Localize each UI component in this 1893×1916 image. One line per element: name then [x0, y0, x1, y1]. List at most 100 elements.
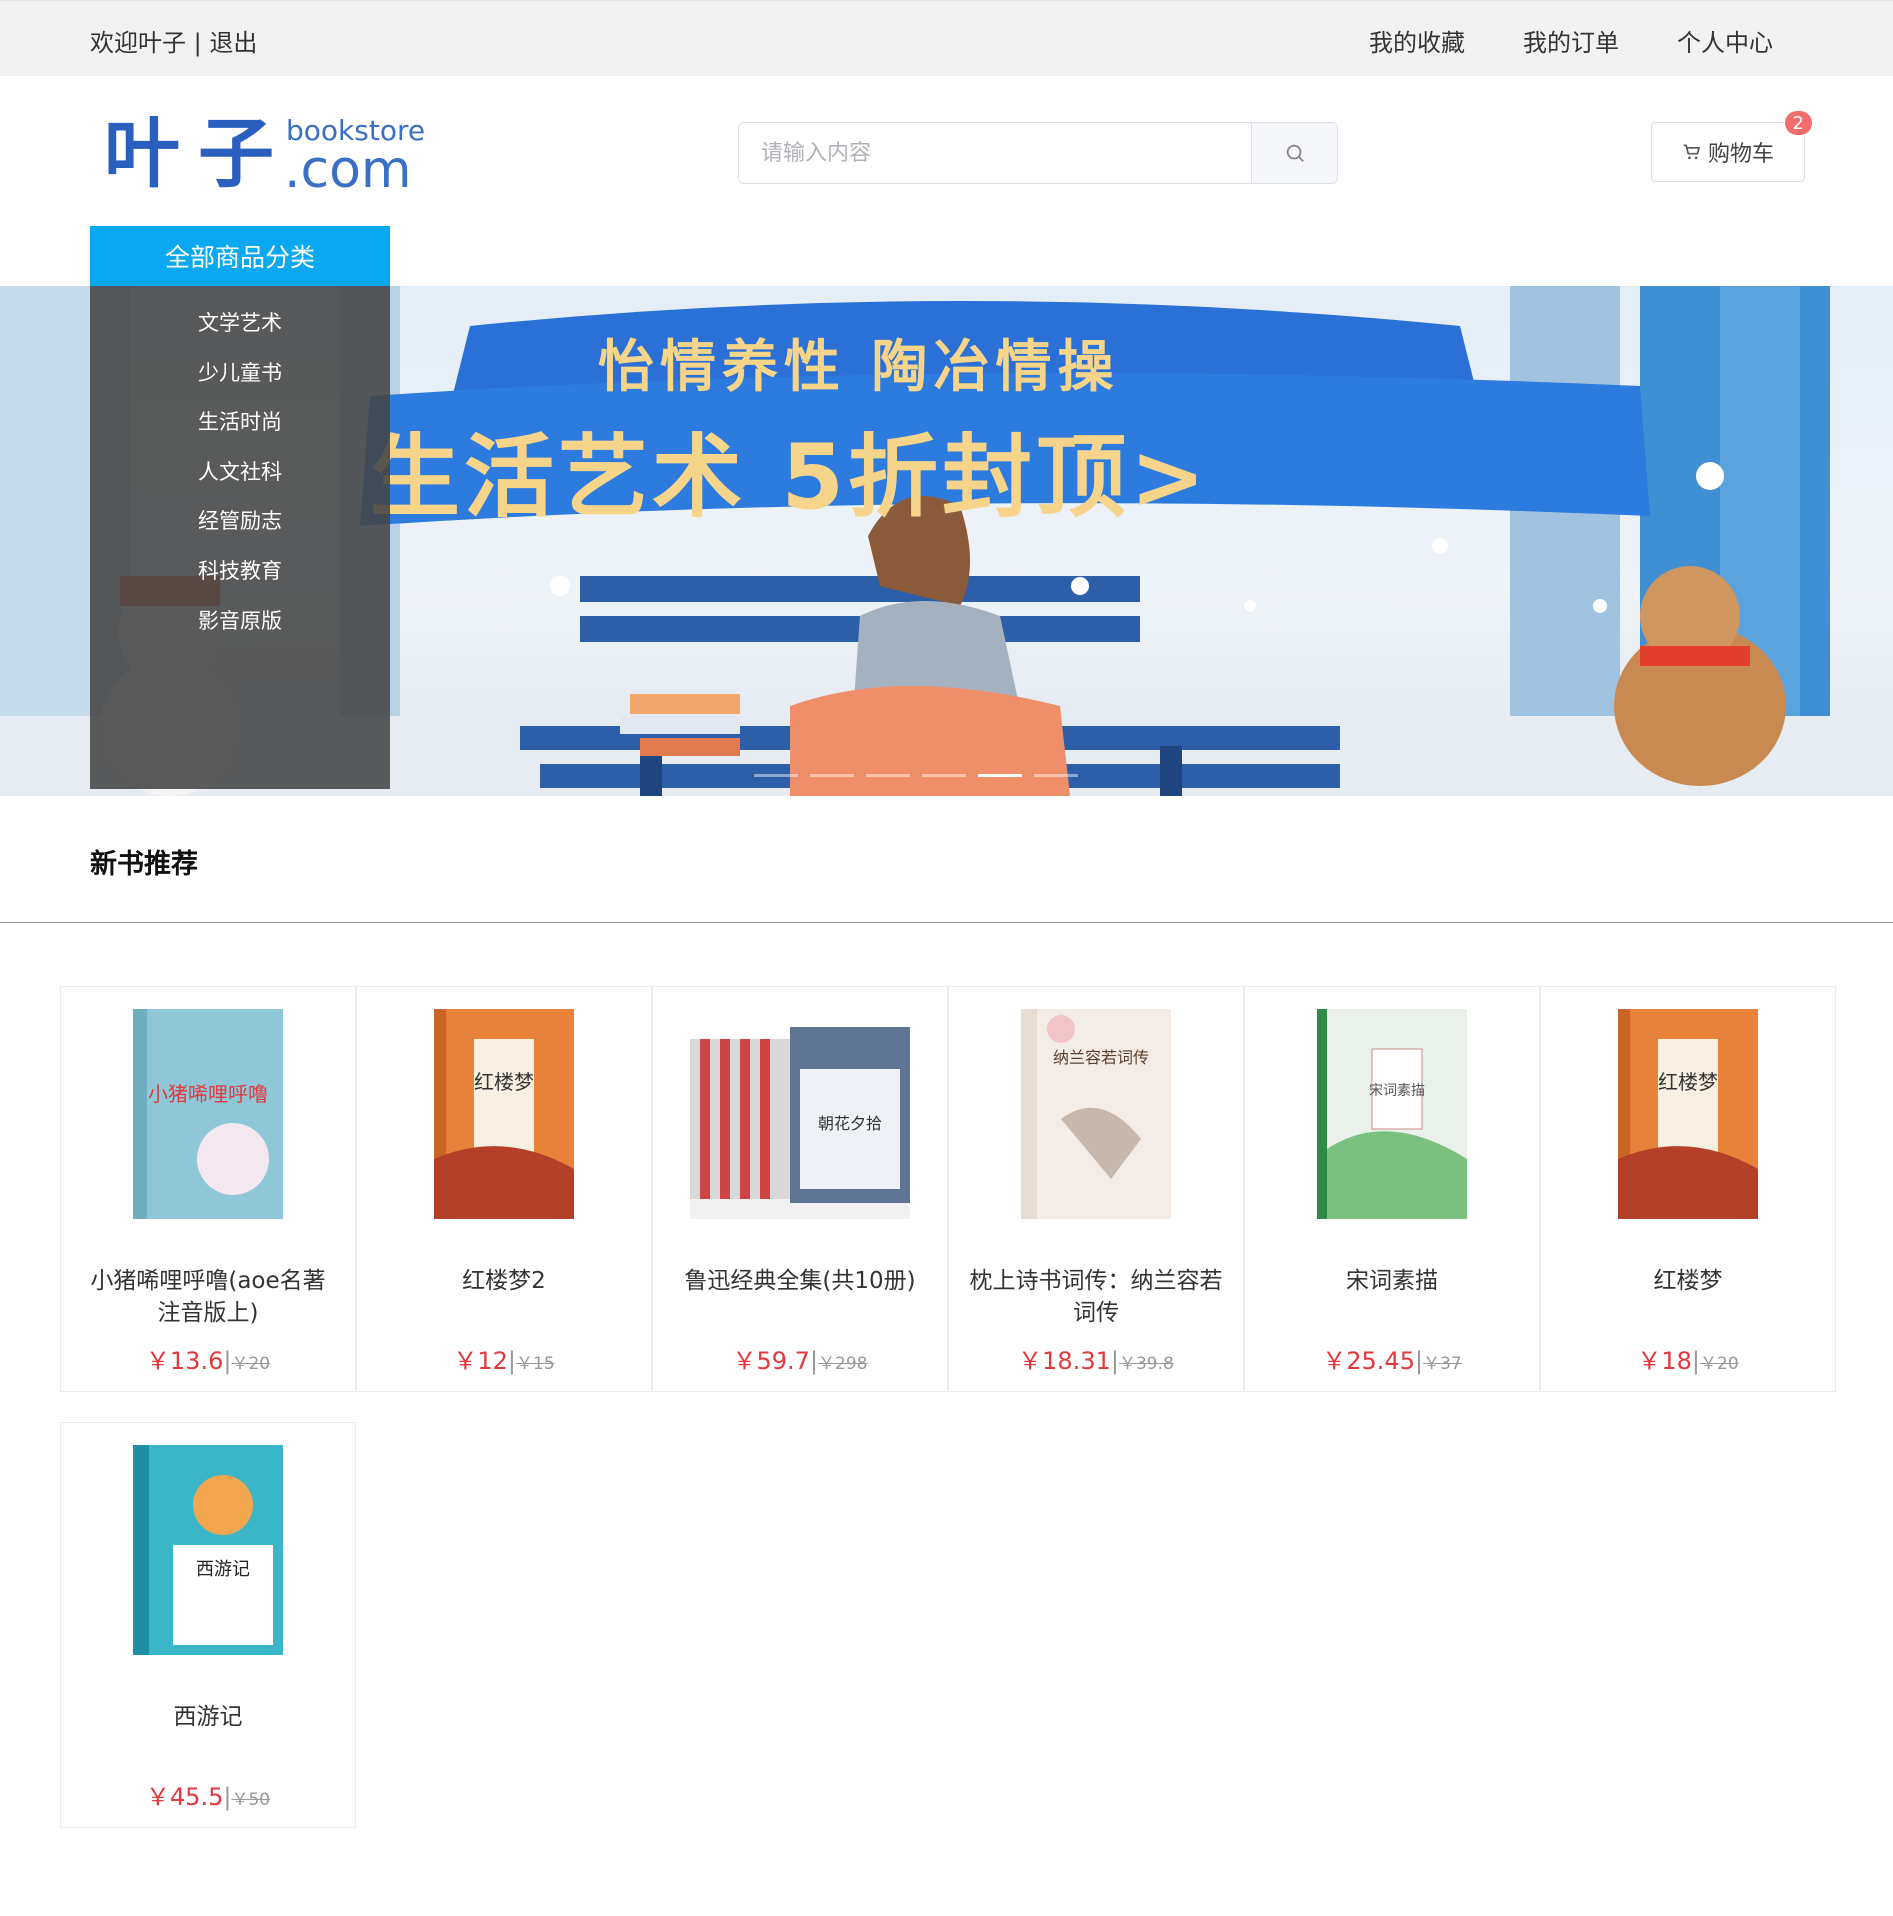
nav-favorites-link[interactable]: 我的收藏 — [1369, 23, 1465, 58]
section-title: 新书推荐 — [90, 849, 198, 880]
category-item-lifestyle[interactable]: 生活时尚 — [90, 397, 390, 447]
category-item-literature[interactable]: 文学艺术 — [90, 298, 390, 348]
book-cover-image: 红楼梦 — [434, 1009, 574, 1219]
product-price: 25.45 — [1346, 1347, 1415, 1375]
product-price-row: ￥13.6|￥20 — [61, 1341, 355, 1376]
welcome-text: 欢迎叶子 — [90, 29, 186, 57]
cover-text: 红楼梦 — [474, 1070, 534, 1094]
product-name[interactable]: 小猪唏哩呼噜(aoe名著注音版上) — [79, 1265, 337, 1329]
price-separator: | — [809, 1347, 819, 1375]
original-currency: ￥ — [231, 1790, 249, 1810]
carousel-dot[interactable] — [1034, 774, 1078, 777]
price-separator: | — [1691, 1347, 1700, 1375]
product-name[interactable]: 鲁迅经典全集(共10册) — [671, 1265, 929, 1297]
cover-text: 红楼梦 — [1658, 1070, 1718, 1094]
product-price: 13.6 — [169, 1347, 224, 1375]
nav-profile-link[interactable]: 个人中心 — [1677, 23, 1773, 58]
cart-button[interactable]: 购物车 2 — [1651, 109, 1814, 182]
cart-label: 购物车 — [1707, 142, 1774, 167]
product-name[interactable]: 红楼梦2 — [375, 1265, 633, 1297]
book-cover-image: 宋词素描 — [1317, 1009, 1467, 1219]
product-card[interactable]: 红楼梦 红楼梦 ￥18|￥20 — [1540, 986, 1836, 1392]
category-item-science[interactable]: 科技教育 — [90, 546, 390, 596]
product-card[interactable]: 纳兰容若词传 枕上诗书词传：纳兰容若词传 ￥18.31|￥39.8 — [948, 986, 1244, 1392]
cover-text: 宋词素描 — [1369, 1083, 1425, 1099]
original-currency: ￥ — [231, 1354, 249, 1374]
original-currency: ￥ — [1118, 1354, 1136, 1374]
currency-symbol: ￥ — [732, 1347, 757, 1375]
product-price-row: ￥18.31|￥39.8 — [949, 1341, 1243, 1376]
carousel-dot[interactable] — [922, 774, 966, 777]
carousel-indicators — [754, 774, 1078, 777]
category-item-humanities[interactable]: 人文社科 — [90, 447, 390, 497]
search-button[interactable] — [1251, 123, 1337, 183]
product-name[interactable]: 枕上诗书词传：纳兰容若词传 — [967, 1265, 1225, 1329]
cart-count-badge: 2 — [1782, 109, 1814, 137]
carousel-dot[interactable] — [866, 774, 910, 777]
section-divider — [0, 922, 1893, 923]
product-price-row: ￥18|￥20 — [1541, 1341, 1835, 1376]
carousel-dot[interactable] — [754, 774, 798, 777]
banner-headline-top: 怡情养性 陶冶情操 — [598, 335, 1120, 400]
product-original-price: 15 — [533, 1354, 555, 1374]
carousel-dot-active[interactable] — [978, 774, 1022, 777]
original-currency: ￥ — [1423, 1354, 1441, 1374]
product-price-row: ￥12|￥15 — [357, 1341, 651, 1376]
product-name[interactable]: 红楼梦 — [1559, 1265, 1817, 1297]
product-price-row: ￥45.5|￥50 — [61, 1777, 355, 1812]
nav-orders-link[interactable]: 我的订单 — [1523, 23, 1619, 58]
search-icon — [1286, 144, 1304, 162]
currency-symbol: ￥ — [145, 1347, 170, 1375]
product-price: 45.5 — [169, 1783, 224, 1811]
price-separator: | — [1414, 1347, 1424, 1375]
top-bar: 欢迎叶子 | 退出 我的收藏 我的订单 个人中心 — [0, 0, 1893, 76]
cart-icon — [1683, 144, 1700, 160]
currency-symbol: ￥ — [453, 1347, 478, 1375]
product-card[interactable]: 西游记 西游记 ￥45.5|￥50 — [60, 1422, 356, 1828]
original-currency: ￥ — [818, 1354, 836, 1374]
product-card[interactable]: 宋词素描 宋词素描 ￥25.45|￥37 — [1244, 986, 1540, 1392]
category-item-media[interactable]: 影音原版 — [90, 596, 390, 646]
carousel-dot[interactable] — [810, 774, 854, 777]
book-cover-image: 红楼梦 — [1618, 1009, 1758, 1219]
product-original-price: 37 — [1440, 1354, 1462, 1374]
logout-link[interactable]: 退出 — [209, 29, 257, 57]
category-item-business[interactable]: 经管励志 — [90, 496, 390, 546]
category-panel: 文学艺术 少儿童书 生活时尚 人文社科 经管励志 科技教育 影音原版 — [90, 286, 390, 789]
book-cover-image: 朝花夕拾 — [690, 1027, 910, 1219]
original-currency: ￥ — [516, 1354, 533, 1374]
search-input[interactable] — [739, 123, 1251, 183]
product-original-price: 39.8 — [1135, 1354, 1174, 1374]
product-original-price: 20 — [1717, 1354, 1739, 1374]
book-cover-image: 西游记 — [133, 1445, 283, 1655]
product-price-row: ￥59.7|￥298 — [653, 1341, 947, 1376]
banner-headline-main: 生活艺术 5折封顶> — [370, 425, 1210, 530]
product-price: 12 — [477, 1347, 508, 1375]
price-separator: | — [507, 1347, 516, 1375]
product-name[interactable]: 宋词素描 — [1263, 1265, 1521, 1297]
product-original-price: 298 — [835, 1354, 868, 1374]
currency-symbol: ￥ — [1637, 1347, 1662, 1375]
site-logo[interactable]: 叶子 bookstore .com — [104, 109, 425, 201]
product-card[interactable]: 朝花夕拾 鲁迅经典全集(共10册) ￥59.7|￥298 — [652, 986, 948, 1392]
product-card[interactable]: 红楼梦 红楼梦2 ￥12|￥15 — [356, 986, 652, 1392]
cover-text: 小猪唏哩呼噜 — [148, 1082, 268, 1106]
product-original-price: 20 — [248, 1354, 271, 1374]
logo-cn-text: 叶子 — [104, 109, 292, 198]
all-categories-header[interactable]: 全部商品分类 — [90, 226, 390, 286]
book-cover-image: 纳兰容若词传 — [1021, 1009, 1171, 1219]
price-separator: | — [1110, 1347, 1119, 1375]
cover-text: 纳兰容若词传 — [1053, 1048, 1149, 1067]
product-price-row: ￥25.45|￥37 — [1245, 1341, 1539, 1376]
product-price: 18.31 — [1042, 1347, 1111, 1375]
category-item-children[interactable]: 少儿童书 — [90, 348, 390, 398]
cover-text: 西游记 — [196, 1559, 250, 1580]
product-price: 18 — [1661, 1347, 1692, 1375]
cover-text: 朝花夕拾 — [818, 1114, 882, 1133]
original-currency: ￥ — [1700, 1354, 1717, 1374]
product-card[interactable]: 小猪唏哩呼噜 小猪唏哩呼噜(aoe名著注音版上) ￥13.6|￥20 — [60, 986, 356, 1392]
product-original-price: 50 — [248, 1790, 271, 1810]
product-price: 59.7 — [756, 1347, 810, 1375]
product-name[interactable]: 西游记 — [79, 1701, 337, 1733]
currency-symbol: ￥ — [1018, 1347, 1043, 1375]
